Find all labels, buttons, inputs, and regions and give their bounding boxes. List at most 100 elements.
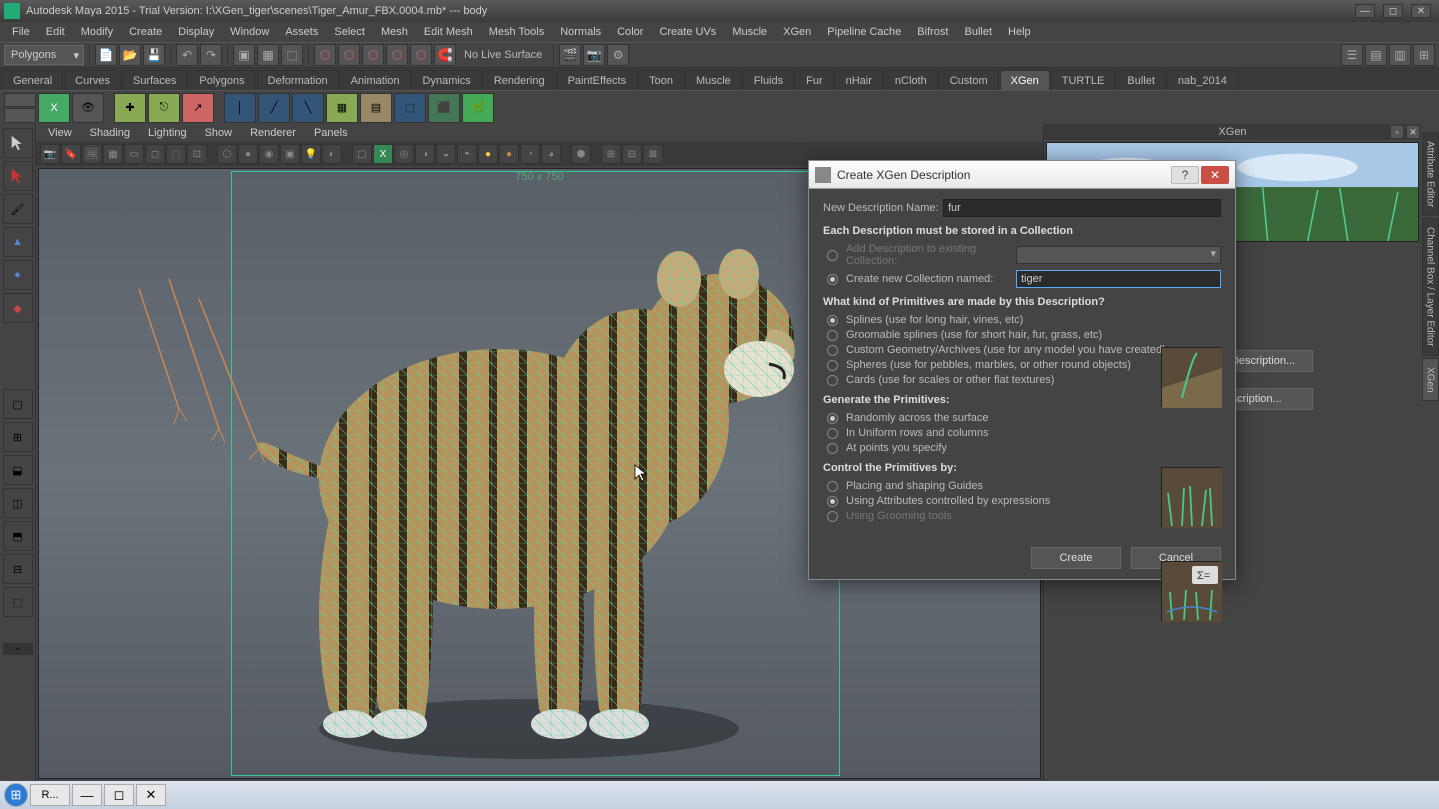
vp-safe-icon[interactable]: ⊡ bbox=[187, 144, 207, 164]
vp-snap2-icon[interactable]: ⊟ bbox=[622, 144, 642, 164]
shelf-tab-nhair[interactable]: nHair bbox=[835, 70, 883, 90]
last-tool-icon[interactable]: - bbox=[3, 643, 33, 655]
xgen-paint2-icon[interactable]: ⬛ bbox=[428, 93, 460, 123]
layout-four-icon[interactable]: ⊞ bbox=[3, 422, 33, 452]
existing-collection-dropdown[interactable] bbox=[1016, 246, 1221, 264]
xgen-export-icon[interactable]: ↗ bbox=[182, 93, 214, 123]
right-panel-close-icon[interactable]: ✕ bbox=[1407, 126, 1419, 138]
vp-snap1-icon[interactable]: ⊞ bbox=[601, 144, 621, 164]
shelf-tab-bullet[interactable]: Bullet bbox=[1116, 70, 1166, 90]
right-tab-attribute-editor[interactable]: Attribute Editor bbox=[1422, 132, 1439, 216]
menu-bullet[interactable]: Bullet bbox=[956, 24, 1000, 40]
menu-editmesh[interactable]: Edit Mesh bbox=[416, 24, 481, 40]
shelf-tab-rendering[interactable]: Rendering bbox=[483, 70, 556, 90]
window-restore-button[interactable]: ◻ bbox=[1383, 4, 1403, 18]
vp-menu-renderer[interactable]: Renderer bbox=[246, 126, 300, 140]
menu-pipelinecache[interactable]: Pipeline Cache bbox=[819, 24, 909, 40]
vp-exposure-icon[interactable]: ◕ bbox=[541, 144, 561, 164]
vp-dof-icon[interactable]: ● bbox=[478, 144, 498, 164]
select-by-object-icon[interactable]: ▣ bbox=[233, 44, 255, 66]
menu-create[interactable]: Create bbox=[121, 24, 170, 40]
xgen-guide3-icon[interactable]: ╲ bbox=[292, 93, 324, 123]
snap-point-icon[interactable]: ⬡ bbox=[362, 44, 384, 66]
menu-muscle[interactable]: Muscle bbox=[724, 24, 775, 40]
vp-motion-icon[interactable]: ◒ bbox=[436, 144, 456, 164]
start-button[interactable]: ⊞ bbox=[4, 783, 28, 807]
snap-live-icon[interactable]: ⬡ bbox=[410, 44, 432, 66]
vp-ao-icon[interactable]: ◑ bbox=[415, 144, 435, 164]
menu-display[interactable]: Display bbox=[170, 24, 222, 40]
vp-xrayjoint-icon[interactable]: ◎ bbox=[394, 144, 414, 164]
vp-menu-lighting[interactable]: Lighting bbox=[144, 126, 191, 140]
vp-ssao-icon[interactable]: ● bbox=[499, 144, 519, 164]
vp-isolate-icon[interactable]: ▢ bbox=[352, 144, 372, 164]
vp-gate-icon[interactable]: ◻ bbox=[145, 144, 165, 164]
right-tab-channel-box[interactable]: Channel Box / Layer Editor bbox=[1422, 218, 1439, 356]
vp-shadewire-icon[interactable]: ◉ bbox=[259, 144, 279, 164]
menu-file[interactable]: File bbox=[4, 24, 38, 40]
scale-tool-icon[interactable]: ◆ bbox=[3, 293, 33, 323]
radio-create-new[interactable]: Create new Collection named: bbox=[827, 270, 1221, 288]
snap-curve-icon[interactable]: ⬡ bbox=[338, 44, 360, 66]
menu-help[interactable]: Help bbox=[1000, 24, 1039, 40]
right-tab-xgen[interactable]: XGen bbox=[1422, 358, 1439, 402]
xgen-guide1-icon[interactable]: │ bbox=[224, 93, 256, 123]
shelf-tab-general[interactable]: General bbox=[2, 70, 63, 90]
vp-shadow-icon[interactable]: ◐ bbox=[322, 144, 342, 164]
vp-menu-shading[interactable]: Shading bbox=[86, 126, 134, 140]
dialog-titlebar[interactable]: Create XGen Description ? ✕ bbox=[809, 161, 1235, 189]
xgen-bind-icon[interactable]: ⎋ bbox=[148, 93, 180, 123]
shelf-tab-fluids[interactable]: Fluids bbox=[743, 70, 794, 90]
ipr-icon[interactable]: 📷 bbox=[583, 44, 605, 66]
menu-xgen[interactable]: XGen bbox=[775, 24, 819, 40]
menu-color[interactable]: Color bbox=[609, 24, 651, 40]
render-settings-icon[interactable]: ⚙ bbox=[607, 44, 629, 66]
layout-outliner-icon[interactable]: ⬚ bbox=[3, 587, 33, 617]
window-close-button[interactable]: ✕ bbox=[1411, 4, 1431, 18]
layout-button-icon[interactable]: ⊞ bbox=[1413, 44, 1435, 66]
shelf-tab-deformation[interactable]: Deformation bbox=[257, 70, 339, 90]
shelf-tab-nab[interactable]: nab_2014 bbox=[1167, 70, 1238, 90]
shelf-tab-polygons[interactable]: Polygons bbox=[188, 70, 255, 90]
vp-grid-icon[interactable]: ▦ bbox=[103, 144, 123, 164]
vp-camera-icon[interactable]: 📷 bbox=[40, 144, 60, 164]
menu-meshtools[interactable]: Mesh Tools bbox=[481, 24, 552, 40]
shelf-tab-curves[interactable]: Curves bbox=[64, 70, 121, 90]
shelf-tab-fur[interactable]: Fur bbox=[795, 70, 834, 90]
new-desc-name-input[interactable] bbox=[943, 199, 1221, 217]
dialog-close-button[interactable]: ✕ bbox=[1201, 166, 1229, 184]
save-scene-icon[interactable]: 💾 bbox=[143, 44, 165, 66]
menu-normals[interactable]: Normals bbox=[552, 24, 609, 40]
shelf-left-bot-icon[interactable] bbox=[4, 108, 36, 123]
layout-two-h-icon[interactable]: ⬓ bbox=[3, 455, 33, 485]
shelf-tab-painteffects[interactable]: PaintEffects bbox=[557, 70, 638, 90]
shelf-tab-toon[interactable]: Toon bbox=[638, 70, 684, 90]
taskbar-min-button[interactable]: — bbox=[72, 784, 102, 806]
new-collection-name-input[interactable] bbox=[1016, 270, 1221, 288]
radio-groomable[interactable]: Groomable splines (use for short hair, f… bbox=[827, 329, 1221, 341]
menu-bifrost[interactable]: Bifrost bbox=[909, 24, 956, 40]
shelf-tab-xgen[interactable]: XGen bbox=[1000, 70, 1050, 90]
xgen-create-desc-icon[interactable]: ✚ bbox=[114, 93, 146, 123]
render-icon[interactable]: 🎬 bbox=[559, 44, 581, 66]
vp-xray-icon[interactable]: X bbox=[373, 144, 393, 164]
shelf-left-top-icon[interactable] bbox=[4, 93, 36, 108]
dialog-help-button[interactable]: ? bbox=[1171, 166, 1199, 184]
right-panel-undock-icon[interactable]: ▫ bbox=[1391, 126, 1403, 138]
radio-points[interactable]: At points you specify bbox=[827, 442, 1221, 454]
menu-modify[interactable]: Modify bbox=[73, 24, 121, 40]
rotate-tool-icon[interactable]: ● bbox=[3, 260, 33, 290]
shelf-tab-surfaces[interactable]: Surfaces bbox=[122, 70, 187, 90]
move-tool-icon[interactable]: ▲ bbox=[3, 227, 33, 257]
snap-grid-icon[interactable]: ⬡ bbox=[314, 44, 336, 66]
radio-random[interactable]: Randomly across the surface bbox=[827, 412, 1221, 424]
redo-icon[interactable]: ↷ bbox=[200, 44, 222, 66]
shelf-tab-animation[interactable]: Animation bbox=[340, 70, 411, 90]
vp-menu-show[interactable]: Show bbox=[201, 126, 237, 140]
vp-tex-icon[interactable]: ▣ bbox=[280, 144, 300, 164]
layout-two-v-icon[interactable]: ◫ bbox=[3, 488, 33, 518]
new-scene-icon[interactable]: 📄 bbox=[95, 44, 117, 66]
xgen-guide2-icon[interactable]: ╱ bbox=[258, 93, 290, 123]
vp-image-icon[interactable]: 🖼 bbox=[82, 144, 102, 164]
vp-light-icon[interactable]: 💡 bbox=[301, 144, 321, 164]
